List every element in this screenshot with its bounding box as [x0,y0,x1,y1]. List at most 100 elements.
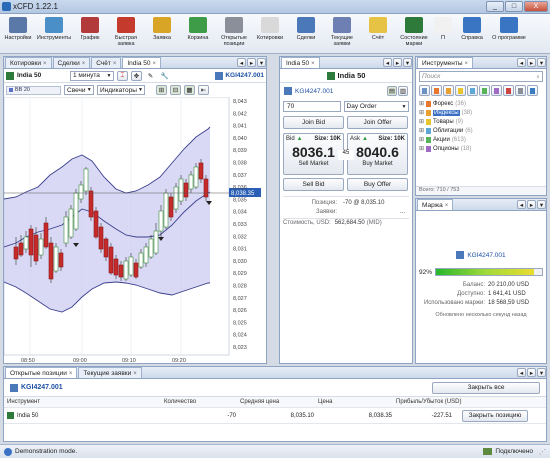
panel-menu-button[interactable]: ▾ [257,58,266,67]
chart-style-select[interactable]: Свечи ▼ [64,85,94,95]
tab-quotes[interactable]: Котировки × [5,57,52,68]
buy-market-button[interactable]: Ask ▲ Size: 10K 8040.6 Buy Market [347,133,408,175]
chart-type-button[interactable]: ⌶ [117,70,128,81]
expand-icon[interactable]: ⊞ [419,100,424,107]
scroll-left-button[interactable]: ◂ [517,368,526,377]
close-icon[interactable]: × [445,203,449,209]
expand-icon[interactable]: ⊞ [419,109,424,116]
panel-menu-button[interactable]: ▾ [537,200,546,209]
toolbar-button-4[interactable]: Заявка [144,14,180,54]
tab-instruments[interactable]: Инструменты × [417,57,474,68]
filter-button-9[interactable] [527,85,538,96]
panel-menu-button[interactable]: ▾ [537,58,546,67]
expand-icon[interactable]: ⊞ [419,145,424,152]
close-icon[interactable]: × [69,371,73,377]
close-window-button[interactable]: X [524,1,548,12]
scroll-right-button[interactable]: ▸ [247,58,256,67]
toolbar-button-13[interactable]: Справка [454,14,490,54]
toolbar-button-0[interactable]: Настройки [0,14,36,54]
panel-menu-button[interactable]: ▾ [403,58,412,67]
tab-margin[interactable]: Маржа × [417,199,454,210]
close-position-button[interactable]: Закрыть позицию [462,409,528,422]
scroll-left-button[interactable]: ◂ [383,58,392,67]
interval-select[interactable]: 1 минута ▼ [70,70,114,81]
maximize-button[interactable]: □ [505,1,523,12]
scroll-right-button[interactable]: ▸ [527,200,536,209]
tab-deals[interactable]: Сделки × [52,57,91,68]
buy-offer-button[interactable]: Buy Offer [347,178,408,191]
tab-order-india50[interactable]: India 50 × [281,57,320,68]
toolbar-button-8[interactable]: Сделки [288,14,324,54]
orders-value[interactable]: ... [400,209,405,218]
tree-item[interactable]: ⊞ Опционы (18) [419,144,543,153]
toolbar-button-2[interactable]: График [72,14,108,54]
zoom-out-icon[interactable]: ⊟ [170,85,181,95]
tab-account[interactable]: Счёт × [91,57,122,68]
settings-icon[interactable]: ▥ [398,86,408,96]
tab-open-positions[interactable]: Открытые позиции × [5,367,78,378]
close-icon[interactable]: × [133,371,137,377]
toolbar-button-12[interactable]: П [432,14,454,54]
zoom-in-icon[interactable]: ⊞ [156,85,167,95]
col-price[interactable]: Цена [316,399,394,405]
resize-grip-icon[interactable]: ⋰ [539,448,546,456]
toolbar-button-6[interactable]: Открытые позиции [216,14,252,54]
filter-button-3[interactable] [455,85,466,96]
close-icon[interactable]: × [465,61,469,67]
toolbar-button-9[interactable]: Текущие заявки [324,14,360,54]
filter-button-2[interactable] [443,85,454,96]
toolbar-button-1[interactable]: Инструменты [36,14,72,54]
scroll-right-button[interactable]: ▸ [393,58,402,67]
order-type-select[interactable]: Day Order ▼ [343,101,409,112]
close-icon[interactable]: × [311,61,315,67]
toolbar-button-3[interactable]: Быстрая заявка [108,14,144,54]
toolbar-button-14[interactable]: О программе [490,14,528,54]
scroll-left-button[interactable]: ◂ [517,58,526,67]
indicators-select[interactable]: Индикаторы ▼ [97,85,145,95]
filter-button-5[interactable] [479,85,490,96]
close-all-button[interactable]: Закрыть все [432,381,540,394]
sell-bid-button[interactable]: Sell Bid [283,178,344,191]
expand-icon[interactable]: ⊞ [419,118,424,125]
instrument-search-input[interactable]: Поиск ⌕ [419,71,543,82]
filter-button-4[interactable] [467,85,478,96]
toolbar-button-10[interactable]: Счёт [360,14,396,54]
col-quantity[interactable]: Количество [162,399,238,405]
sell-market-button[interactable]: Bid ▲ Size: 10K 8036.1 Sell Market [283,133,344,175]
expand-icon[interactable]: ⊞ [419,127,424,134]
calculator-icon[interactable]: ▤ [387,86,397,96]
auto-scroll-icon[interactable]: ⇤ [198,85,209,95]
filter-button-7[interactable] [503,85,514,96]
tab-current-orders[interactable]: Текущие заявки × [78,367,142,378]
tab-chart-india50[interactable]: India 50 × [122,57,161,68]
tree-item[interactable]: ⊞ Индексы (38) [419,108,543,117]
scroll-left-button[interactable]: ◂ [237,58,246,67]
toolbar-button-5[interactable]: Корзина [180,14,216,54]
scroll-left-button[interactable]: ◂ [517,200,526,209]
col-pnl[interactable]: Прибыль/Убыток (USD) [394,399,544,405]
position-row[interactable]: India 50 -70 8,035.10 8,038.35 -227.51 З… [4,408,546,424]
scroll-right-button[interactable]: ▸ [527,368,536,377]
indicator-chip[interactable]: BB 20 [6,85,61,95]
close-icon[interactable]: × [113,61,117,67]
toolbar-button-11[interactable]: Состояние маржи [396,14,432,54]
panel-menu-button[interactable]: ▾ [537,368,546,377]
col-avg-price[interactable]: Средняя цена [238,399,316,405]
join-bid-button[interactable]: Join Bid [283,116,344,129]
tree-item[interactable]: ⊞ Акции (613) [419,135,543,144]
price-chart[interactable]: 8,038.35 8,043 8,042 8,041 8,040 8,039 8,038 8… [4,97,266,363]
minimize-button[interactable]: _ [486,1,504,12]
close-icon[interactable]: × [43,61,47,67]
fit-icon[interactable]: ▦ [184,85,195,95]
crosshair-button[interactable]: ✥ [131,70,142,81]
toolbar-button-7[interactable]: Котировки [252,14,288,54]
col-instrument[interactable]: Инструмент [4,399,162,405]
tree-item[interactable]: ⊞ Форекс (36) [419,99,543,108]
wrench-icon[interactable]: 🔧 [159,71,170,81]
draw-tool-button[interactable]: ✎ [145,71,156,81]
scroll-right-button[interactable]: ▸ [527,58,536,67]
filter-button-6[interactable] [491,85,502,96]
tree-item[interactable]: ⊞ Товары (9) [419,117,543,126]
close-icon[interactable]: × [152,61,156,67]
tree-item[interactable]: ⊞ Облигации (6) [419,126,543,135]
